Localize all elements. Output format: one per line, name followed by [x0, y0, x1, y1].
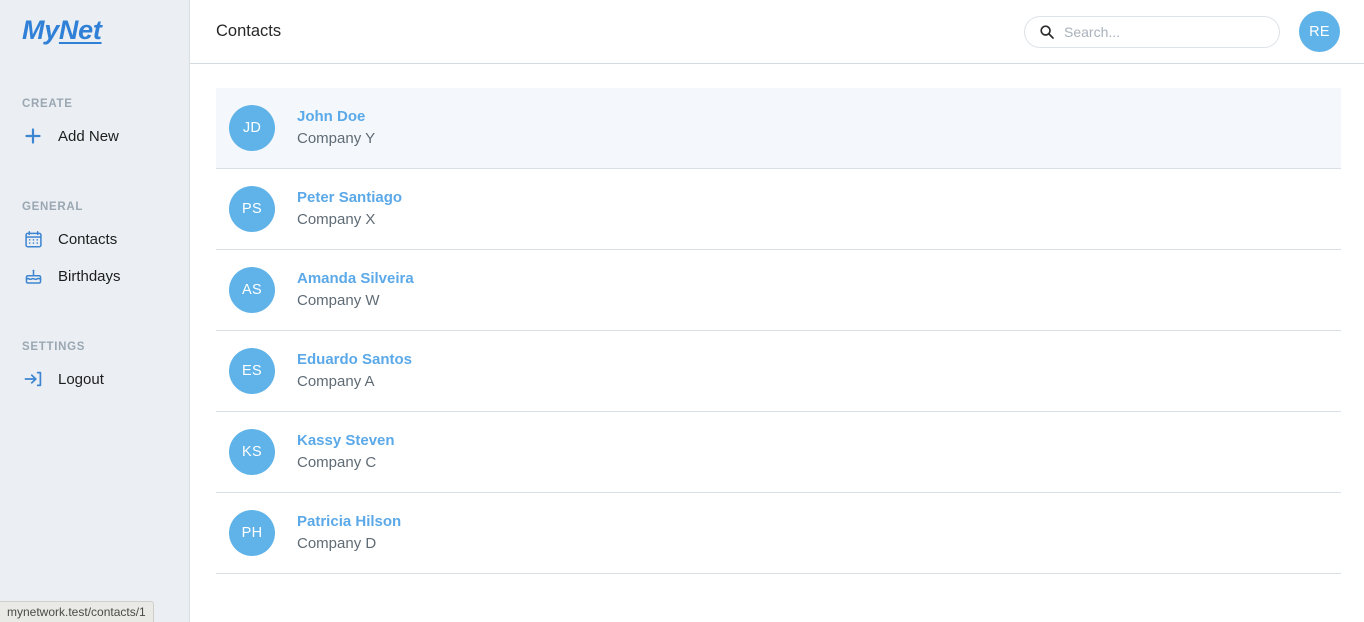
contact-avatar-initials: AS	[242, 282, 262, 298]
contact-list: JD John Doe Company Y PS Peter Santiago Compa…	[216, 88, 1341, 574]
user-avatar-initials: RE	[1309, 23, 1330, 40]
contact-avatar: ES	[229, 348, 275, 394]
main-area: Contacts RE JDJohn DoeCompany YP	[190, 0, 1364, 622]
contact-company: Company Y	[297, 129, 376, 147]
contact-name[interactable]: Peter Santiago	[297, 189, 402, 207]
contact-row[interactable]: ES Eduardo Santos Company A	[216, 331, 1341, 412]
browser-status-bar: mynetwork.test/contacts/1	[0, 601, 154, 622]
contact-avatar: JD	[229, 105, 275, 151]
contact-info: Kassy Steven Company C	[297, 432, 395, 471]
logout-icon	[22, 368, 44, 390]
page-title: Contacts	[216, 22, 282, 40]
contact-avatar-initials: JD	[242, 120, 262, 136]
content-area: JD John Doe Company Y PS Peter Santiago Compa…	[190, 64, 1364, 622]
sidebar-item-contacts[interactable]: Contacts	[0, 222, 189, 256]
contact-row[interactable]: JD John Doe Company Y	[216, 88, 1341, 169]
top-bar: Contacts RE	[190, 0, 1364, 64]
sidebar-item-label-birthdays: Birthdays	[58, 267, 121, 285]
sidebar-item-label-contacts: Contacts	[58, 230, 118, 248]
sidebar-item-label-add-new: Add New	[58, 127, 119, 145]
nav-group-title-general: GENERAL	[22, 201, 84, 213]
sidebar-item-label-logout: Logout	[58, 370, 104, 388]
sidebar: MyNet CREATE Add New GENERAL Contacts Bi…	[0, 0, 190, 622]
contact-company: Company C	[297, 453, 377, 471]
contact-avatar-initials: ES	[242, 363, 262, 379]
nav-group-title-create: CREATE	[22, 98, 73, 110]
app-logo[interactable]: MyNet	[0, 0, 189, 46]
nav-group-general: GENERAL Contacts Birthdays	[0, 201, 189, 293]
search-box[interactable]	[1024, 15, 1280, 48]
user-avatar[interactable]: RE	[1299, 11, 1340, 52]
contact-avatar: AS	[229, 267, 275, 313]
search-input[interactable]	[1064, 23, 1267, 40]
contact-name[interactable]: Eduardo Santos	[297, 351, 412, 369]
sidebar-item-logout[interactable]: Logout	[0, 362, 189, 396]
contact-row[interactable]: AS Amanda Silveira Company W	[216, 250, 1341, 331]
contact-name[interactable]: Amanda Silveira	[297, 270, 414, 288]
contact-avatar: PS	[229, 186, 275, 232]
contact-info: John Doe Company Y	[297, 108, 376, 147]
contact-company: Company A	[297, 372, 375, 390]
nav-group-settings: SETTINGS Logout	[0, 341, 189, 396]
contact-avatar-initials: PS	[242, 201, 262, 217]
contact-company: Company D	[297, 534, 377, 552]
app-root: MyNet CREATE Add New GENERAL Contacts Bi…	[0, 0, 1364, 622]
contact-avatar-initials: PH	[241, 525, 263, 541]
contact-row[interactable]: PH Patricia Hilson Company D	[216, 493, 1341, 574]
contact-name[interactable]: Patricia Hilson	[297, 513, 401, 531]
sidebar-item-birthdays[interactable]: Birthdays	[0, 259, 189, 293]
birthday-cake-icon	[22, 265, 44, 287]
plus-icon	[22, 125, 44, 147]
status-bar-url: mynetwork.test/contacts/1	[7, 605, 146, 619]
contact-info: Eduardo Santos Company A	[297, 351, 412, 390]
contact-company: Company W	[297, 291, 380, 309]
nav-group-create: CREATE Add New	[0, 98, 189, 153]
contact-avatar: PH	[229, 510, 275, 556]
contact-avatar: KS	[229, 429, 275, 475]
logo-text-net: Net	[58, 15, 102, 45]
nav-group-title-settings: SETTINGS	[22, 341, 86, 353]
contact-row[interactable]: PS Peter Santiago Company X	[216, 169, 1341, 250]
contact-info: Peter Santiago Company X	[297, 189, 402, 228]
contact-name[interactable]: John Doe	[297, 108, 375, 126]
search-icon	[1038, 23, 1055, 40]
calendar-contacts-icon	[22, 228, 44, 250]
top-bar-right: RE	[1024, 11, 1340, 52]
contact-row[interactable]: KS Kassy Steven Company C	[216, 412, 1341, 493]
contact-name[interactable]: Kassy Steven	[297, 432, 395, 450]
contact-company: Company X	[297, 210, 376, 228]
logo-text-my: My	[22, 15, 59, 45]
contact-info: Amanda Silveira Company W	[297, 270, 414, 309]
sidebar-item-add-new[interactable]: Add New	[0, 119, 189, 153]
contact-info: Patricia Hilson Company D	[297, 513, 401, 552]
contact-avatar-initials: KS	[242, 444, 262, 460]
